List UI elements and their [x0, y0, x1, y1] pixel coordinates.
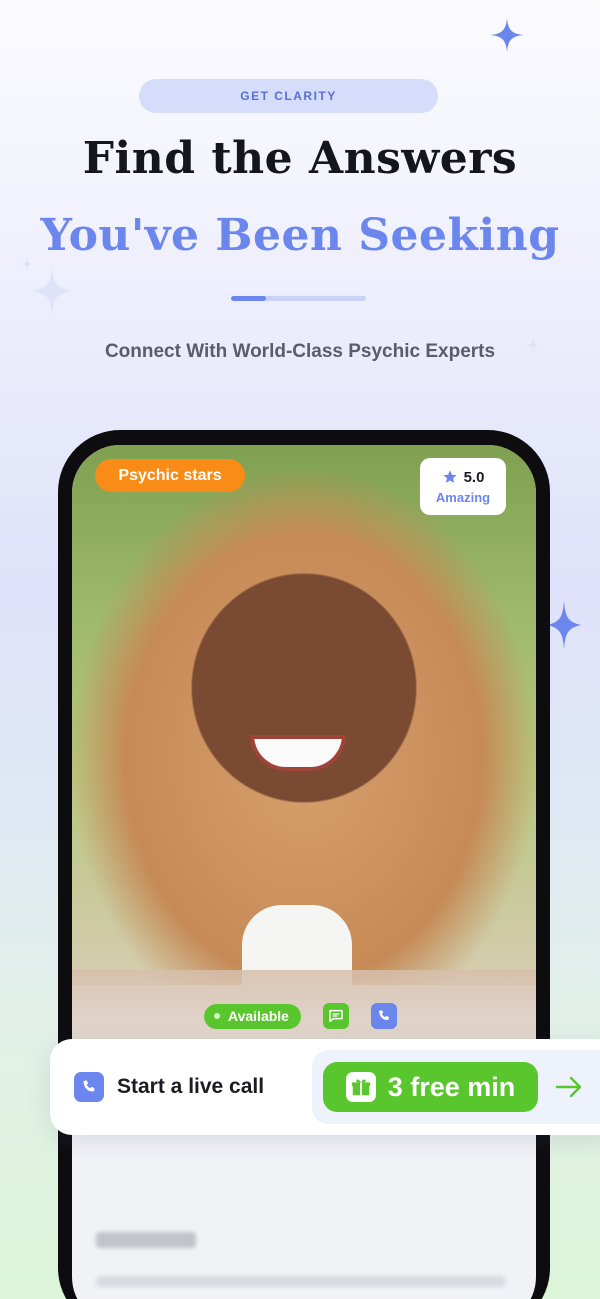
sparkle-icon [490, 18, 524, 52]
gift-icon [345, 1072, 376, 1102]
availability-badge: Available [204, 1003, 301, 1029]
progress-divider [231, 296, 366, 301]
star-icon [442, 470, 457, 483]
rating-card: 5.0 Amazing [420, 458, 506, 515]
phone-icon [83, 1080, 95, 1092]
category-badge: Psychic stars [95, 459, 245, 492]
phone-icon [379, 1010, 389, 1020]
headline-line-1: Find the Answers [82, 133, 518, 184]
sparkle-icon [547, 600, 581, 650]
subtitle: Connect With World-Class Psychic Experts [104, 341, 496, 362]
progress-divider-fill [231, 296, 267, 301]
live-call-card[interactable]: Start a live call 3 free min [50, 1039, 600, 1135]
start-call-label[interactable]: Start a live call [117, 1075, 264, 1099]
rating-value: 5.0 [463, 468, 485, 486]
chat-icon [329, 1009, 343, 1023]
eyebrow-pill: GET CLARITY [139, 79, 438, 113]
status-row: Available [204, 1003, 397, 1029]
start-call-group[interactable]: Start a live call [74, 1072, 264, 1102]
blurred-line [96, 1276, 506, 1287]
call-button[interactable] [74, 1072, 104, 1102]
phone-screen: Psychic stars 5.0 Amazing Available [72, 445, 536, 1299]
free-minutes-button[interactable]: 3 free min [323, 1062, 538, 1112]
status-dot [214, 1013, 220, 1019]
chat-button[interactable] [322, 1003, 349, 1029]
psychic-photo [72, 445, 536, 985]
offer-panel: 3 free min [312, 1050, 600, 1124]
arrow-right-icon[interactable] [555, 1074, 583, 1100]
photo-smile [250, 735, 346, 771]
availability-text: Available [228, 1008, 289, 1024]
free-minutes-text[interactable]: 3 free min [388, 1072, 516, 1103]
sparkle-icon [32, 266, 72, 316]
phone-mockup: Psychic stars 5.0 Amazing Available [58, 430, 550, 1299]
headline-line-2: You've Been Seeking [40, 210, 560, 261]
call-button-small[interactable] [370, 1003, 397, 1029]
rating-label: Amazing [435, 489, 491, 505]
blurred-heading [96, 1232, 196, 1248]
